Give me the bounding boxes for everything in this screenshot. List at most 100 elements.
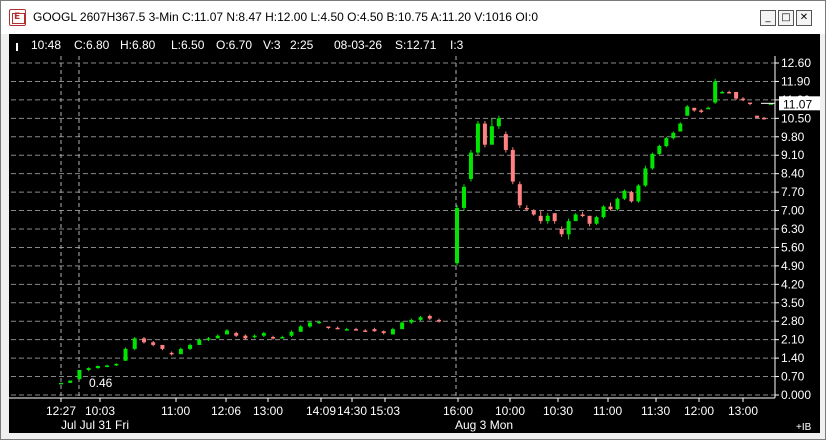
candle-body xyxy=(381,331,386,334)
price-axis[interactable]: 12.6011.9011.2010.509.809.108.407.707.00… xyxy=(761,56,820,402)
candle-body xyxy=(289,331,294,336)
candle-body xyxy=(538,215,543,222)
candle-body xyxy=(720,91,725,94)
candle-body xyxy=(622,190,627,199)
candle-body xyxy=(354,329,359,331)
price-tick-label: 12.60 xyxy=(781,56,811,70)
close-button[interactable]: ✕ xyxy=(796,10,812,26)
candle-body xyxy=(298,326,303,332)
candle-body xyxy=(68,380,73,383)
day-label-jul-31: Jul Jul 31 Fri xyxy=(61,418,129,432)
candle-body xyxy=(475,123,480,153)
candles: 0.46 xyxy=(59,78,773,390)
candle-body xyxy=(363,330,368,332)
candle-body xyxy=(326,326,331,328)
candle-body xyxy=(503,134,508,150)
candle-body xyxy=(206,338,211,340)
candle-body xyxy=(573,214,578,222)
candle-body xyxy=(86,368,91,370)
candle-body xyxy=(372,329,377,332)
candle-body xyxy=(482,123,487,145)
candle-body xyxy=(427,315,432,319)
candle-body xyxy=(706,107,711,110)
session-separators xyxy=(60,56,457,398)
price-tick-label: 7.00 xyxy=(781,204,805,218)
candlestick-plot[interactable]: 0.46 12.6011.9011.2010.509.809.108.407.7… xyxy=(9,34,820,433)
candle-body xyxy=(105,365,110,367)
candle-body xyxy=(307,322,312,327)
candle-body xyxy=(531,210,536,215)
time-tick-label: 10:30 xyxy=(543,404,573,418)
candle-body xyxy=(524,207,529,210)
price-tick-label: 4.90 xyxy=(781,259,805,273)
candle-body xyxy=(178,348,183,355)
price-tick-label: 9.10 xyxy=(781,148,805,162)
candle-body xyxy=(741,98,746,101)
candle-body xyxy=(59,382,63,385)
candle-body xyxy=(601,206,606,218)
price-tick-label: 9.80 xyxy=(781,130,805,144)
app-logo-icon[interactable] xyxy=(9,9,26,26)
time-tick-label: 14:09 xyxy=(306,404,336,418)
candle-body xyxy=(141,338,146,343)
candle-body xyxy=(390,329,395,335)
price-tick-label: 5.60 xyxy=(781,240,805,254)
window-title: GOOGL 2607H367.5 3-Min C:11.07 N:8.47 H:… xyxy=(33,10,538,24)
candle-body xyxy=(608,206,613,210)
time-tick-label: 13:00 xyxy=(253,404,283,418)
candle-body xyxy=(748,102,753,105)
candle-body xyxy=(197,339,202,345)
candle-body xyxy=(552,213,557,222)
candle-body xyxy=(169,352,174,355)
candle-body xyxy=(188,344,193,349)
candle-body xyxy=(496,118,501,127)
candle-body xyxy=(657,146,662,154)
candle-body xyxy=(400,322,405,330)
candle-body xyxy=(114,363,119,366)
ib-corner-label: +IB xyxy=(796,422,812,433)
candle-body xyxy=(615,198,620,210)
candle-body xyxy=(664,138,669,146)
candle-body xyxy=(580,214,585,217)
price-chart[interactable]: 10:48 C:6.80 H:6.80 L:6.50 O:6.70 V:3 2:… xyxy=(9,34,820,433)
candle-body xyxy=(510,149,515,182)
price-tick-label: 6.30 xyxy=(781,222,805,236)
price-tick-label: 1.40 xyxy=(781,351,805,365)
price-tick-label: 7.70 xyxy=(781,185,805,199)
candle-body xyxy=(344,329,349,331)
price-tick-label: 3.50 xyxy=(781,296,805,310)
candle-body xyxy=(755,115,760,118)
candle-body xyxy=(77,369,82,380)
candle-body xyxy=(224,330,229,335)
candle-body xyxy=(650,153,655,169)
candle-body xyxy=(489,126,494,145)
time-axis[interactable]: 12:27 10:03 11:00 12:06 13:00 14:09 14:30 15:03… xyxy=(9,397,812,433)
price-tick-label: 2.80 xyxy=(781,314,805,328)
title-bar[interactable]: GOOGL 2607H367.5 3-Min C:11.07 N:8.47 H:… xyxy=(1,1,825,34)
candle-body xyxy=(455,207,459,264)
candle-body xyxy=(243,335,248,339)
maximize-button[interactable]: □ xyxy=(778,10,794,26)
candle-body xyxy=(727,91,732,94)
current-price-label: 11.07 xyxy=(783,97,812,111)
candle-body xyxy=(699,110,704,112)
time-tick-label: 13:00 xyxy=(728,404,758,418)
candle-body xyxy=(468,152,473,179)
time-tick-label: 14:30 xyxy=(337,404,367,418)
candle-body xyxy=(559,229,564,235)
candle-body xyxy=(160,344,165,349)
candle-body xyxy=(317,321,322,324)
candle-body xyxy=(517,184,522,206)
candle-body xyxy=(234,333,239,336)
candle-body xyxy=(335,327,340,330)
minimize-button[interactable]: _ xyxy=(760,10,776,26)
candle-body xyxy=(252,335,257,338)
time-tick-label: 12:06 xyxy=(211,404,241,418)
chart-window: GOOGL 2607H367.5 3-Min C:11.07 N:8.47 H:… xyxy=(0,0,826,440)
candle-body xyxy=(280,337,285,339)
candle-body xyxy=(95,366,100,369)
candle-body xyxy=(437,319,441,322)
candle-body xyxy=(636,185,641,202)
price-tick-label: 4.20 xyxy=(781,277,805,291)
time-tick-label: 16:00 xyxy=(443,404,473,418)
